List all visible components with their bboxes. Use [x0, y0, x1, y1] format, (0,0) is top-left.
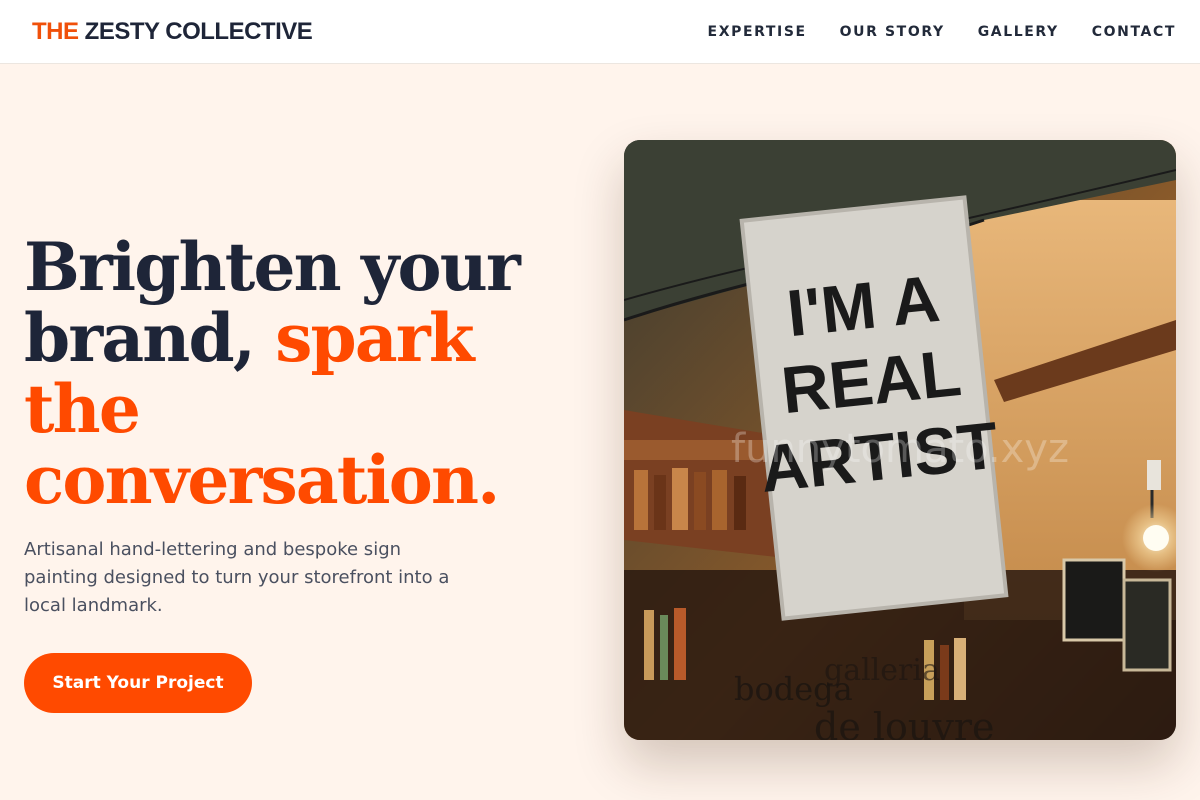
logo-accent-text: THE [32, 17, 79, 45]
hero-photo: I'M A REAL ARTIST funnytomato.xyz bodega… [624, 140, 1176, 740]
window-lettering-3: de louvre [814, 705, 995, 740]
site-logo[interactable]: THE ZESTY COLLECTIVE [32, 17, 313, 46]
site-header: THE ZESTY COLLECTIVE EXPERTISE OUR STORY… [0, 0, 1200, 64]
main-nav: EXPERTISE OUR STORY GALLERY CONTACT [708, 24, 1176, 40]
window-lettering-2: galleria [824, 653, 940, 688]
photo-watermark: funnytomato.xyz [731, 426, 1069, 472]
headline-line-2-dark: brand, [24, 299, 256, 377]
nav-link-expertise[interactable]: EXPERTISE [708, 24, 807, 40]
hero-headline: Brighten your brand, spark the conversat… [24, 232, 604, 516]
start-project-button[interactable]: Start Your Project [24, 653, 252, 713]
nav-link-contact[interactable]: CONTACT [1092, 24, 1176, 40]
nav-link-gallery[interactable]: GALLERY [978, 24, 1059, 40]
hero-section: Brighten your brand, spark the conversat… [24, 232, 604, 713]
headline-line-1: Brighten your [24, 228, 521, 306]
hero-subtext: Artisanal hand-lettering and bespoke sig… [24, 539, 450, 616]
logo-text: ZESTY COLLECTIVE [84, 17, 313, 45]
headline-line-3-orange: conversation. [24, 441, 500, 519]
nav-link-our-story[interactable]: OUR STORY [840, 24, 945, 40]
